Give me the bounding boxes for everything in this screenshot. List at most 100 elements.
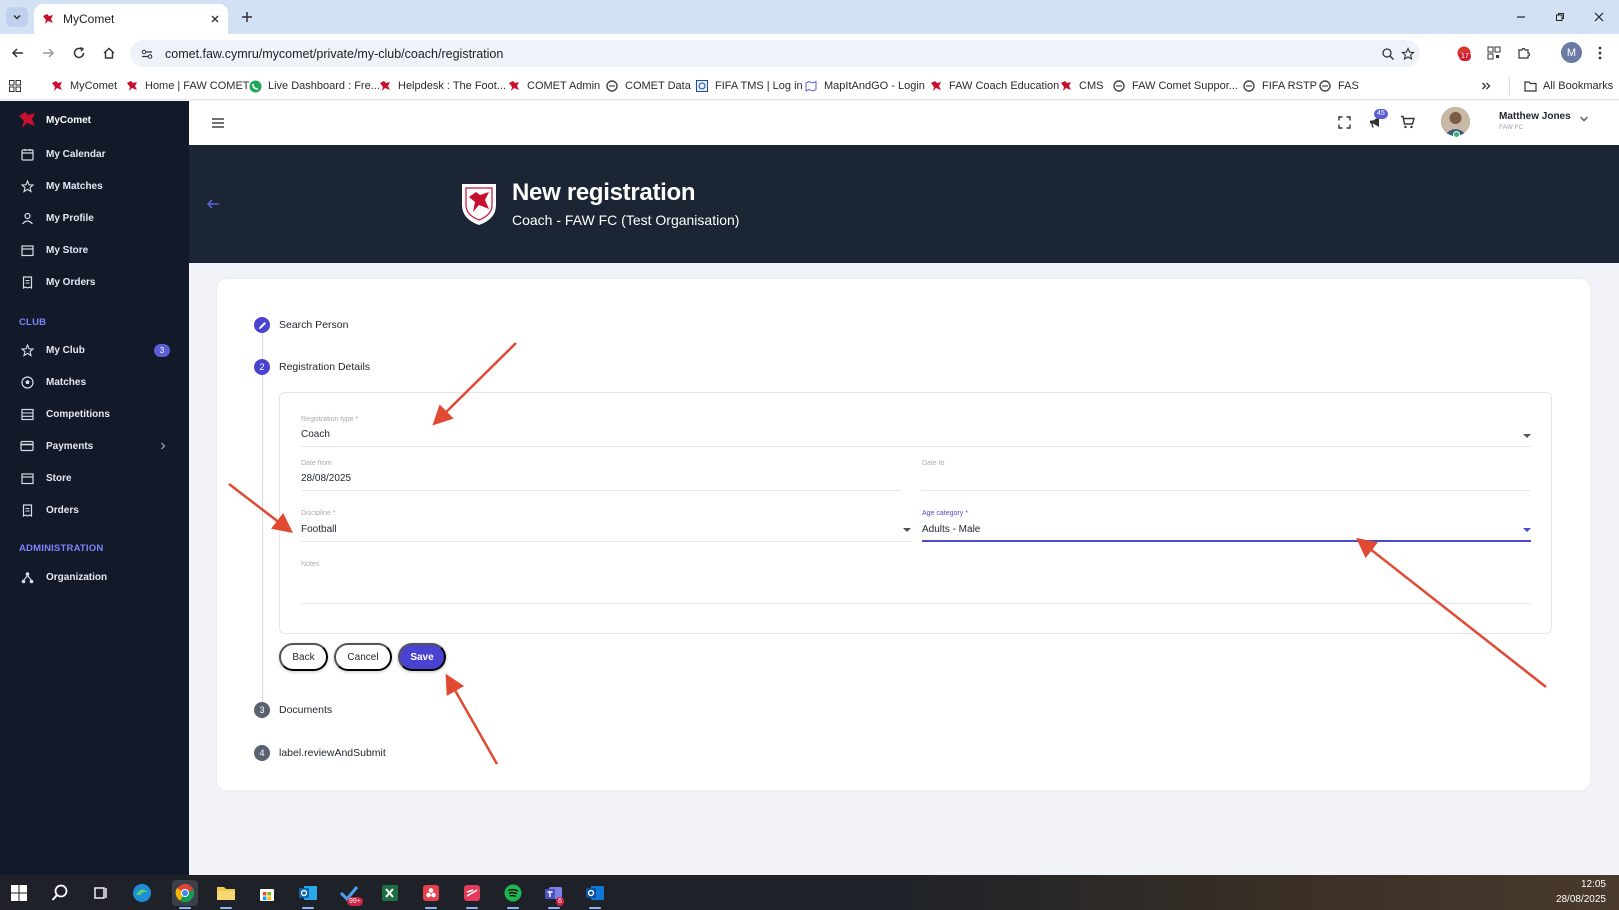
page-header-banner: New registration Coach - FAW FC (Test Or… — [189, 145, 1619, 263]
site-info-icon[interactable] — [140, 47, 154, 61]
extensions-button[interactable] — [1514, 43, 1534, 63]
bookmark-item[interactable]: COMET Data — [605, 78, 691, 94]
chevron-down-icon[interactable] — [1579, 115, 1589, 123]
bookmark-item[interactable]: FIFA TMS | Log in — [695, 78, 803, 94]
bookmark-item[interactable]: MyComet — [50, 78, 117, 94]
close-tab-icon[interactable] — [210, 14, 220, 24]
browser-forward-button[interactable] — [37, 42, 59, 64]
fullscreen-button[interactable] — [1335, 113, 1353, 131]
bookmark-item[interactable]: Helpdesk : The Foot... — [378, 78, 506, 94]
pencil-icon — [258, 321, 266, 329]
taskbar-store[interactable] — [254, 880, 280, 906]
step-1-label[interactable]: Search Person — [279, 311, 348, 339]
bookmark-item[interactable]: Home | FAW COMET — [125, 78, 250, 94]
browser-back-button[interactable] — [7, 42, 29, 64]
brand[interactable]: MyComet — [18, 111, 91, 129]
bookmark-label: COMET Data — [625, 80, 691, 92]
extension-qr-button[interactable] — [1484, 43, 1504, 63]
tab-search-button[interactable] — [6, 7, 28, 27]
taskbar-file-explorer[interactable] — [213, 880, 239, 909]
address-bar[interactable]: comet.faw.cymru/mycomet/private/my-club/… — [130, 40, 1420, 67]
clock-time[interactable]: 12:05 — [1570, 879, 1606, 890]
sidebar-item-my-store[interactable]: My Store — [0, 237, 189, 263]
taskbar-outlook-new[interactable] — [582, 880, 608, 909]
zoom-icon[interactable] — [1380, 46, 1396, 62]
bookmark-item[interactable]: FIFA RSTP — [1242, 78, 1317, 94]
my-club-count-badge: 3 — [154, 344, 170, 357]
map-icon — [804, 79, 818, 93]
sidebar-item-my-matches[interactable]: My Matches — [0, 173, 189, 199]
apps-grid-icon — [9, 80, 21, 92]
start-button[interactable] — [6, 880, 32, 906]
minimize-window-button[interactable] — [1510, 7, 1532, 27]
user-name[interactable]: Matthew Jones — [1499, 111, 1571, 122]
taskbar-app-red[interactable] — [418, 880, 444, 909]
dropdown-caret-icon — [1523, 434, 1531, 438]
tab-title: MyComet — [63, 12, 115, 26]
close-window-button[interactable] — [1588, 7, 1610, 27]
bookmark-item[interactable]: FAW Comet Suppor... — [1112, 78, 1238, 94]
sidebar-item-competitions[interactable]: Competitions — [0, 401, 189, 427]
more-bookmarks-button[interactable] — [1481, 78, 1491, 94]
sidebar-item-label: Organization — [46, 571, 108, 583]
store-bag-icon — [260, 889, 274, 901]
cancel-button[interactable]: Cancel — [334, 643, 392, 671]
bookmark-label: MyComet — [70, 80, 118, 92]
bookmark-item[interactable]: COMET Admin — [507, 78, 600, 94]
reload-button[interactable] — [68, 42, 90, 64]
browser-profile-avatar[interactable]: M — [1561, 42, 1582, 63]
step-2-label[interactable]: Registration Details — [279, 353, 370, 381]
taskbar-search-button[interactable] — [47, 880, 73, 906]
close-icon — [1594, 12, 1604, 22]
browser-tab-mycomet[interactable]: MyComet — [34, 4, 228, 34]
step-3-label[interactable]: Documents — [279, 696, 332, 724]
sidebar-item-matches[interactable]: Matches — [0, 369, 189, 395]
outlook-icon — [299, 886, 317, 900]
user-organization: FAW FC — [1499, 124, 1524, 131]
sidebar-item-my-profile[interactable]: My Profile — [0, 205, 189, 231]
sidebar-item-my-orders[interactable]: My Orders — [0, 269, 189, 295]
menu-toggle-button[interactable] — [210, 115, 226, 131]
taskbar-spotify[interactable] — [500, 880, 526, 909]
taskbar-excel[interactable] — [377, 880, 403, 906]
back-button[interactable]: Back — [279, 643, 328, 671]
new-tab-button[interactable] — [236, 6, 258, 28]
sidebar-item-orders[interactable]: Orders — [0, 497, 189, 523]
home-button[interactable] — [98, 42, 120, 64]
back-arrow-icon[interactable] — [205, 196, 221, 212]
step-4-label[interactable]: label.reviewAndSubmit — [279, 739, 386, 767]
taskbar-edge[interactable] — [129, 880, 155, 906]
dragon-icon — [125, 79, 139, 93]
sidebar-item-store[interactable]: Store — [0, 465, 189, 491]
all-bookmarks-button[interactable]: All Bookmarks — [1523, 78, 1613, 94]
page-subtitle: Coach - FAW FC (Test Organisation) — [512, 212, 740, 228]
step-1-indicator — [254, 317, 270, 333]
save-button[interactable]: Save — [398, 643, 446, 671]
bookmark-star-icon[interactable] — [1400, 46, 1416, 62]
apps-button[interactable] — [9, 78, 21, 94]
sidebar-item-my-calendar[interactable]: My Calendar — [0, 141, 189, 167]
faw-crest-icon — [462, 184, 496, 225]
bookmark-item[interactable]: FAW Coach Education — [929, 78, 1059, 94]
dragon-icon — [507, 79, 521, 93]
bookmark-item[interactable]: Live Dashboard : Fre... — [248, 78, 380, 94]
sidebar-item-organization[interactable]: Organization — [0, 564, 189, 590]
hamburger-icon — [212, 118, 224, 128]
taskbar-chrome[interactable] — [172, 880, 198, 909]
task-view-button[interactable] — [88, 880, 114, 906]
notes-label: Notes — [301, 561, 320, 568]
bookmark-item[interactable]: FAS — [1318, 78, 1359, 94]
qr-code-icon — [1487, 46, 1501, 60]
bookmark-item[interactable]: CMS — [1059, 78, 1103, 94]
restore-window-button[interactable] — [1549, 7, 1571, 27]
cart-button[interactable] — [1398, 113, 1416, 131]
taskbar-outlook[interactable] — [295, 880, 321, 909]
clock-date[interactable]: 28/08/2025 — [1550, 894, 1606, 905]
globe-icon — [1112, 79, 1126, 93]
bookmarks-divider — [1509, 77, 1510, 95]
registration-details-form: Registration type * Coach Date from 28/0… — [279, 392, 1552, 634]
bookmark-item[interactable]: MapItAndGO - Login — [804, 78, 925, 94]
browser-menu-button[interactable] — [1590, 43, 1610, 63]
taskbar-app-pink[interactable] — [459, 880, 485, 909]
arrow-left-icon — [11, 48, 23, 58]
